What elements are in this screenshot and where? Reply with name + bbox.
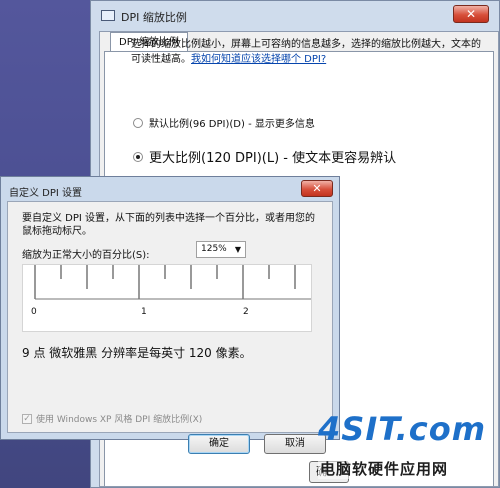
ruler-number-1: 1 xyxy=(141,307,147,317)
radio-button[interactable] xyxy=(133,151,143,162)
radio-label: 更大比例(120 DPI)(L) - 使文本更容易辨认 xyxy=(149,151,397,166)
scale-value: 125% xyxy=(201,244,227,254)
dialog-title: 自定义 DPI 设置 xyxy=(9,188,83,199)
site-subtitle: 电脑软硬件应用网 xyxy=(318,458,451,479)
xp-scaling-option[interactable]: ✓ 使用 Windows XP 风格 DPI 缩放比例(X) xyxy=(22,412,202,425)
radio-default-scale[interactable]: 默认比例(96 DPI)(D) - 显示更多信息 xyxy=(133,115,315,130)
custom-dpi-dialog: 自定义 DPI 设置 ✕ 要自定义 DPI 设置，从下面的列表中选择一个百分比，… xyxy=(0,176,340,454)
dialog-close-button[interactable]: ✕ xyxy=(301,180,333,197)
chevron-down-icon: ▼ xyxy=(234,245,241,254)
radio-button[interactable] xyxy=(133,117,143,128)
xp-checkbox[interactable]: ✓ xyxy=(22,413,32,424)
radio-label: 默认比例(96 DPI)(D) - 显示更多信息 xyxy=(149,119,315,130)
close-button[interactable]: ✕ xyxy=(453,5,489,23)
cancel-button[interactable]: 取消 xyxy=(264,434,326,454)
scale-dropdown[interactable]: 125% ▼ xyxy=(196,241,246,258)
dialog-client: 要自定义 DPI 设置，从下面的列表中选择一个百分比，或者用您的鼠标拖动标尺。 … xyxy=(7,201,333,454)
dialog-description: 要自定义 DPI 设置，从下面的列表中选择一个百分比，或者用您的鼠标拖动标尺。 xyxy=(22,213,316,237)
scale-label: 缩放为正常大小的百分比(S): xyxy=(22,250,150,261)
monitor-icon xyxy=(101,10,115,21)
ruler-ticks xyxy=(34,265,311,300)
scaling-description: 选择的缩放比例越小，屏幕上可容纳的信息越多，选择的缩放比例越大，文本的可读性越高… xyxy=(131,37,481,67)
title-bar: DPI 缩放比例 ✕ xyxy=(91,1,499,31)
help-link[interactable]: 我如何知道应该选择哪个 DPI? xyxy=(191,54,326,65)
window-title: DPI 缩放比例 xyxy=(121,11,187,24)
radio-larger-scale[interactable]: 更大比例(120 DPI)(L) - 使文本更容易辨认 xyxy=(133,147,396,166)
watermark: 4SIT.com 电脑软硬件应用网 xyxy=(318,410,500,488)
site-logo: 4SIT.com xyxy=(318,410,487,448)
ruler-number-0: 0 xyxy=(31,307,37,317)
ruler-number-2: 2 xyxy=(243,307,249,317)
dpi-ruler[interactable]: 0 1 2 xyxy=(22,264,312,332)
resolution-result: 9 点 微软雅黑 分辨率是每英寸 120 像素。 xyxy=(22,346,252,360)
ok-button[interactable]: 确定 xyxy=(188,434,250,454)
xp-checkbox-label: 使用 Windows XP 风格 DPI 缩放比例(X) xyxy=(36,415,203,425)
